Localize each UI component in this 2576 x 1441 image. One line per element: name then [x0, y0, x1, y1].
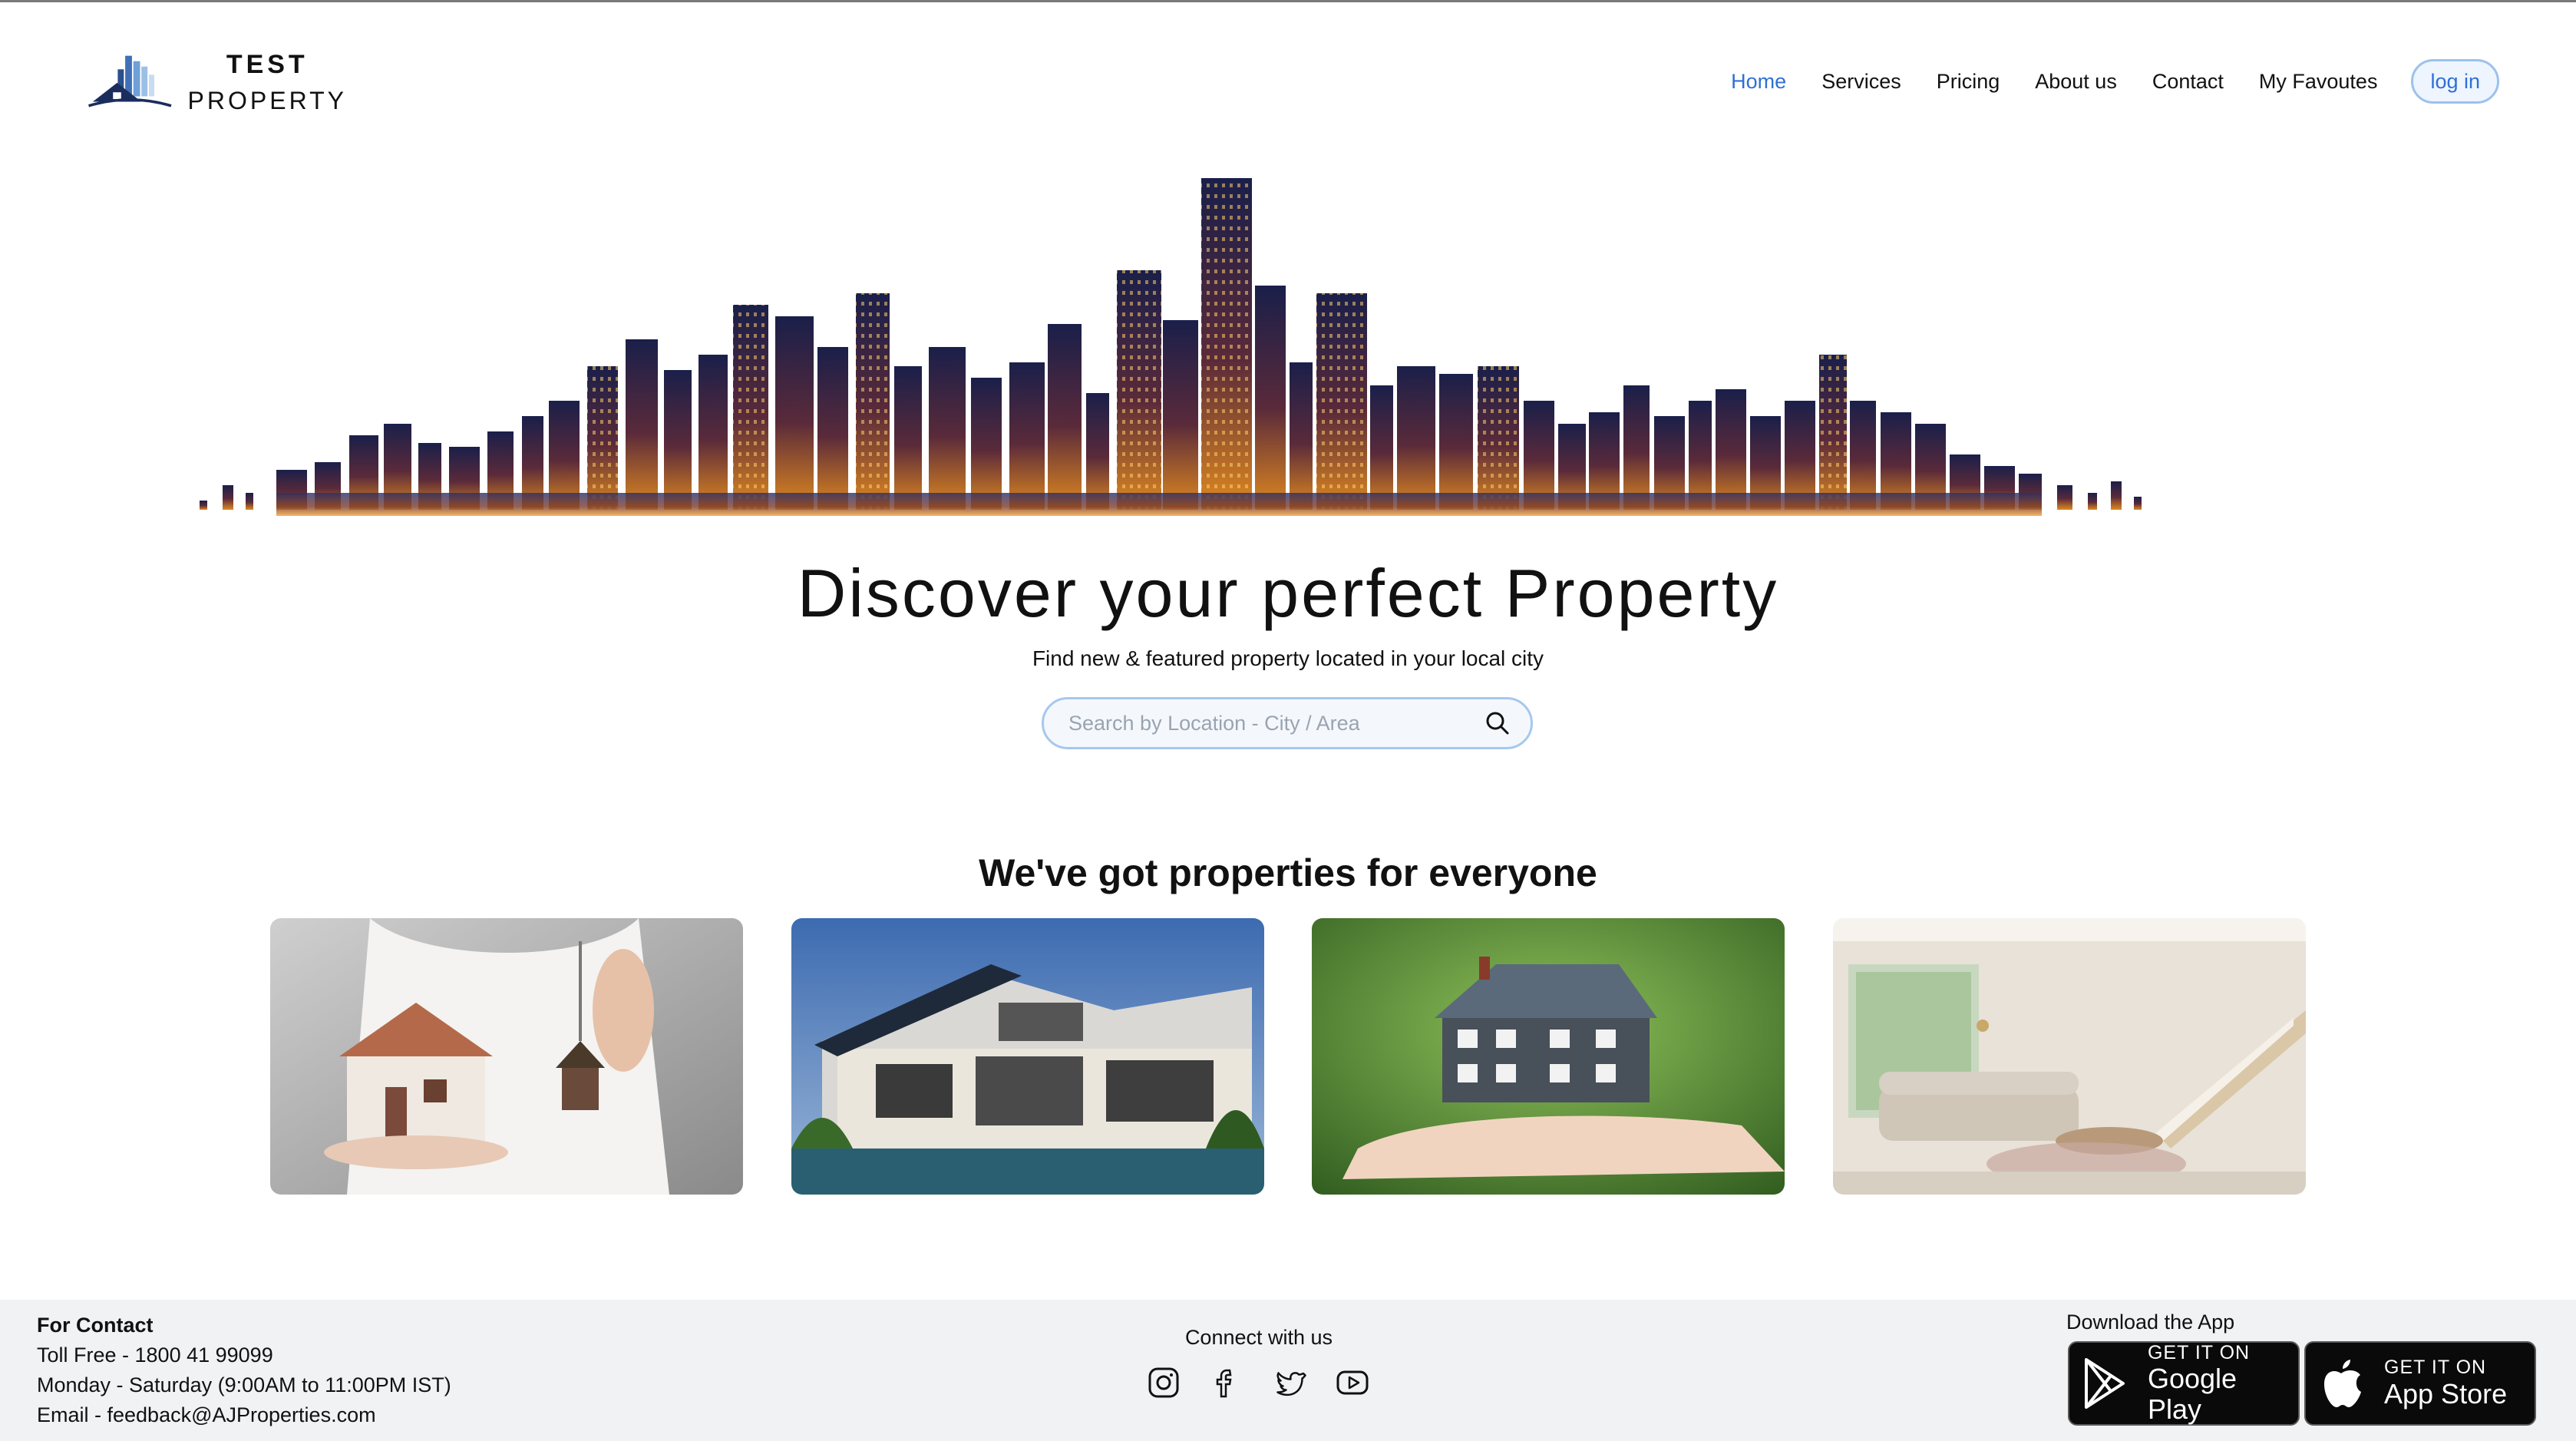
- download-label: Download the App: [2066, 1310, 2235, 1334]
- nav-about-us[interactable]: About us: [2035, 70, 2117, 94]
- google-play-icon: [2084, 1358, 2125, 1409]
- contact-info: For Contact Toll Free - 1800 41 99099 Mo…: [37, 1310, 451, 1430]
- connect-label: Connect with us: [1184, 1326, 1333, 1349]
- main-nav: Home Services Pricing About us Contact M…: [1696, 58, 2499, 104]
- search-input[interactable]: [1068, 711, 1485, 735]
- city-skyline-image: [200, 178, 2142, 516]
- nav-pricing[interactable]: Pricing: [1937, 70, 2000, 94]
- contact-heading: For Contact: [37, 1314, 154, 1337]
- section-title: We've got properties for everyone: [979, 851, 1597, 894]
- modern-villa-image: [791, 918, 1264, 1195]
- property-card-living-room[interactable]: [1832, 918, 2306, 1195]
- youtube-icon[interactable]: [1336, 1366, 1369, 1400]
- logo-line1: TEST: [226, 50, 309, 79]
- google-play-big-text: Google Play: [2147, 1363, 2237, 1425]
- facebook-icon[interactable]: [1210, 1366, 1243, 1400]
- twitter-icon[interactable]: [1273, 1366, 1306, 1400]
- property-card-model-house[interactable]: [1312, 918, 1785, 1195]
- house-model-in-palm-image: [1312, 918, 1785, 1195]
- property-card-keys[interactable]: [270, 918, 743, 1195]
- nav-home[interactable]: Home: [1731, 70, 1786, 94]
- hand-holding-house-and-keys-image: [270, 918, 743, 1195]
- hero-title: Discover your perfect Property: [797, 555, 1779, 631]
- google-play-button[interactable]: GET IT ON Google Play: [2068, 1341, 2300, 1426]
- contact-email: Email - feedback@AJProperties.com: [37, 1403, 376, 1426]
- logo-buildings-icon: [88, 55, 172, 107]
- nav-services[interactable]: Services: [1821, 70, 1901, 94]
- instagram-icon[interactable]: [1147, 1366, 1181, 1400]
- hero-subtitle: Find new & featured property located in …: [1032, 646, 1544, 670]
- apple-icon: [2324, 1360, 2361, 1407]
- app-store-button[interactable]: GET IT ON App Store: [2304, 1341, 2536, 1426]
- toll-free: Toll Free - 1800 41 99099: [37, 1344, 273, 1367]
- social-links: [1147, 1366, 1369, 1400]
- search-icon[interactable]: [1485, 710, 1511, 736]
- nav-contact[interactable]: Contact: [2152, 70, 2224, 94]
- living-room-interior-image: [1832, 918, 2306, 1195]
- google-play-small-text: GET IT ON: [2147, 1341, 2251, 1363]
- app-store-small-text: GET IT ON: [2384, 1357, 2487, 1379]
- footer: For Contact Toll Free - 1800 41 99099 Mo…: [0, 1300, 2576, 1441]
- logo[interactable]: TEST PROPERTY: [86, 48, 347, 117]
- nav-my-favourites[interactable]: My Favoutes: [2259, 70, 2378, 94]
- window-top-border: [0, 0, 2576, 2]
- business-hours: Monday - Saturday (9:00AM to 11:00PM IST…: [37, 1373, 451, 1396]
- app-store-big-text: App Store: [2384, 1377, 2508, 1410]
- search-bar: [1042, 697, 1533, 749]
- logo-line2: PROPERTY: [187, 87, 347, 114]
- property-cards: [270, 918, 2306, 1195]
- property-card-villa[interactable]: [791, 918, 1264, 1195]
- login-button[interactable]: log in: [2411, 59, 2499, 104]
